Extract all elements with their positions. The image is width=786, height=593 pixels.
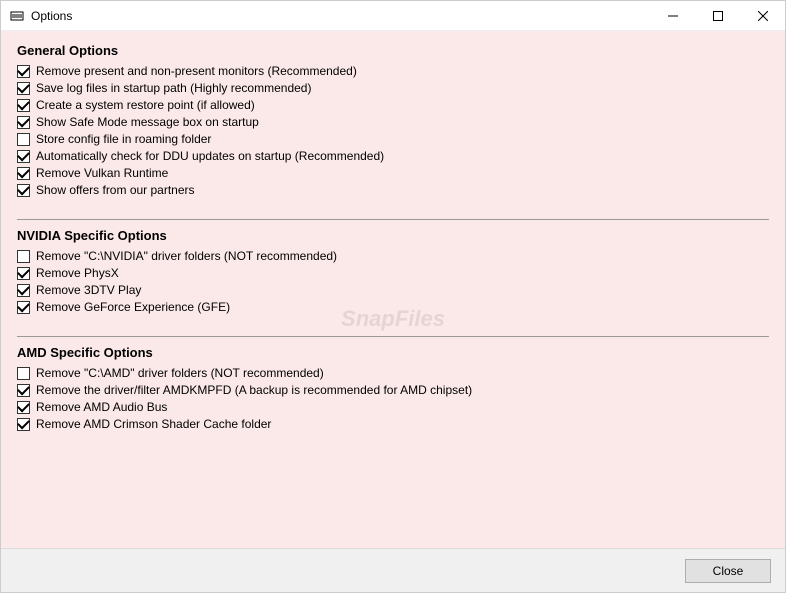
checkbox[interactable] xyxy=(17,301,30,314)
window-title: Options xyxy=(31,9,650,23)
nvidia-section-title: NVIDIA Specific Options xyxy=(17,228,769,243)
nvidia-option-row[interactable]: Remove "C:\NVIDIA" driver folders (NOT r… xyxy=(17,249,769,263)
nvidia-option-row[interactable]: Remove GeForce Experience (GFE) xyxy=(17,300,769,314)
checkbox[interactable] xyxy=(17,418,30,431)
nvidia-section: NVIDIA Specific Options Remove "C:\NVIDI… xyxy=(17,228,769,314)
footer: Close xyxy=(1,548,785,592)
option-label: Remove AMD Crimson Shader Cache folder xyxy=(36,417,271,431)
checkbox[interactable] xyxy=(17,150,30,163)
option-label: Remove Vulkan Runtime xyxy=(36,166,168,180)
window-controls xyxy=(650,1,785,30)
checkbox[interactable] xyxy=(17,99,30,112)
checkbox[interactable] xyxy=(17,167,30,180)
maximize-button[interactable] xyxy=(695,1,740,30)
general-option-row[interactable]: Remove Vulkan Runtime xyxy=(17,166,769,180)
amd-option-row[interactable]: Remove AMD Audio Bus xyxy=(17,400,769,414)
amd-section: AMD Specific Options Remove "C:\AMD" dri… xyxy=(17,345,769,431)
option-label: Remove AMD Audio Bus xyxy=(36,400,167,414)
checkbox[interactable] xyxy=(17,133,30,146)
app-icon xyxy=(9,8,25,24)
option-label: Show offers from our partners xyxy=(36,183,195,197)
checkbox[interactable] xyxy=(17,401,30,414)
option-label: Automatically check for DDU updates on s… xyxy=(36,149,384,163)
general-option-row[interactable]: Save log files in startup path (Highly r… xyxy=(17,81,769,95)
general-section-title: General Options xyxy=(17,43,769,58)
checkbox[interactable] xyxy=(17,82,30,95)
amd-section-title: AMD Specific Options xyxy=(17,345,769,360)
checkbox[interactable] xyxy=(17,384,30,397)
amd-option-row[interactable]: Remove the driver/filter AMDKMPFD (A bac… xyxy=(17,383,769,397)
nvidia-option-row[interactable]: Remove 3DTV Play xyxy=(17,283,769,297)
checkbox[interactable] xyxy=(17,116,30,129)
amd-option-row[interactable]: Remove "C:\AMD" driver folders (NOT reco… xyxy=(17,366,769,380)
content-panel: SnapFiles General Options Remove present… xyxy=(1,31,785,548)
amd-option-row[interactable]: Remove AMD Crimson Shader Cache folder xyxy=(17,417,769,431)
nvidia-option-row[interactable]: Remove PhysX xyxy=(17,266,769,280)
divider xyxy=(17,336,769,337)
checkbox[interactable] xyxy=(17,250,30,263)
option-label: Show Safe Mode message box on startup xyxy=(36,115,259,129)
checkbox[interactable] xyxy=(17,184,30,197)
general-option-row[interactable]: Show offers from our partners xyxy=(17,183,769,197)
divider xyxy=(17,219,769,220)
close-window-button[interactable] xyxy=(740,1,785,30)
general-option-row[interactable]: Remove present and non-present monitors … xyxy=(17,64,769,78)
checkbox[interactable] xyxy=(17,284,30,297)
option-label: Remove "C:\NVIDIA" driver folders (NOT r… xyxy=(36,249,337,263)
general-option-row[interactable]: Store config file in roaming folder xyxy=(17,132,769,146)
option-label: Remove 3DTV Play xyxy=(36,283,141,297)
checkbox[interactable] xyxy=(17,65,30,78)
option-label: Remove PhysX xyxy=(36,266,119,280)
option-label: Create a system restore point (if allowe… xyxy=(36,98,255,112)
checkbox[interactable] xyxy=(17,267,30,280)
option-label: Remove GeForce Experience (GFE) xyxy=(36,300,230,314)
minimize-button[interactable] xyxy=(650,1,695,30)
general-option-row[interactable]: Create a system restore point (if allowe… xyxy=(17,98,769,112)
option-label: Save log files in startup path (Highly r… xyxy=(36,81,311,95)
option-label: Remove the driver/filter AMDKMPFD (A bac… xyxy=(36,383,472,397)
titlebar: Options xyxy=(1,1,785,31)
option-label: Store config file in roaming folder xyxy=(36,132,211,146)
option-label: Remove present and non-present monitors … xyxy=(36,64,357,78)
checkbox[interactable] xyxy=(17,367,30,380)
general-option-row[interactable]: Show Safe Mode message box on startup xyxy=(17,115,769,129)
close-button[interactable]: Close xyxy=(685,559,771,583)
option-label: Remove "C:\AMD" driver folders (NOT reco… xyxy=(36,366,324,380)
general-section: General Options Remove present and non-p… xyxy=(17,43,769,197)
general-option-row[interactable]: Automatically check for DDU updates on s… xyxy=(17,149,769,163)
